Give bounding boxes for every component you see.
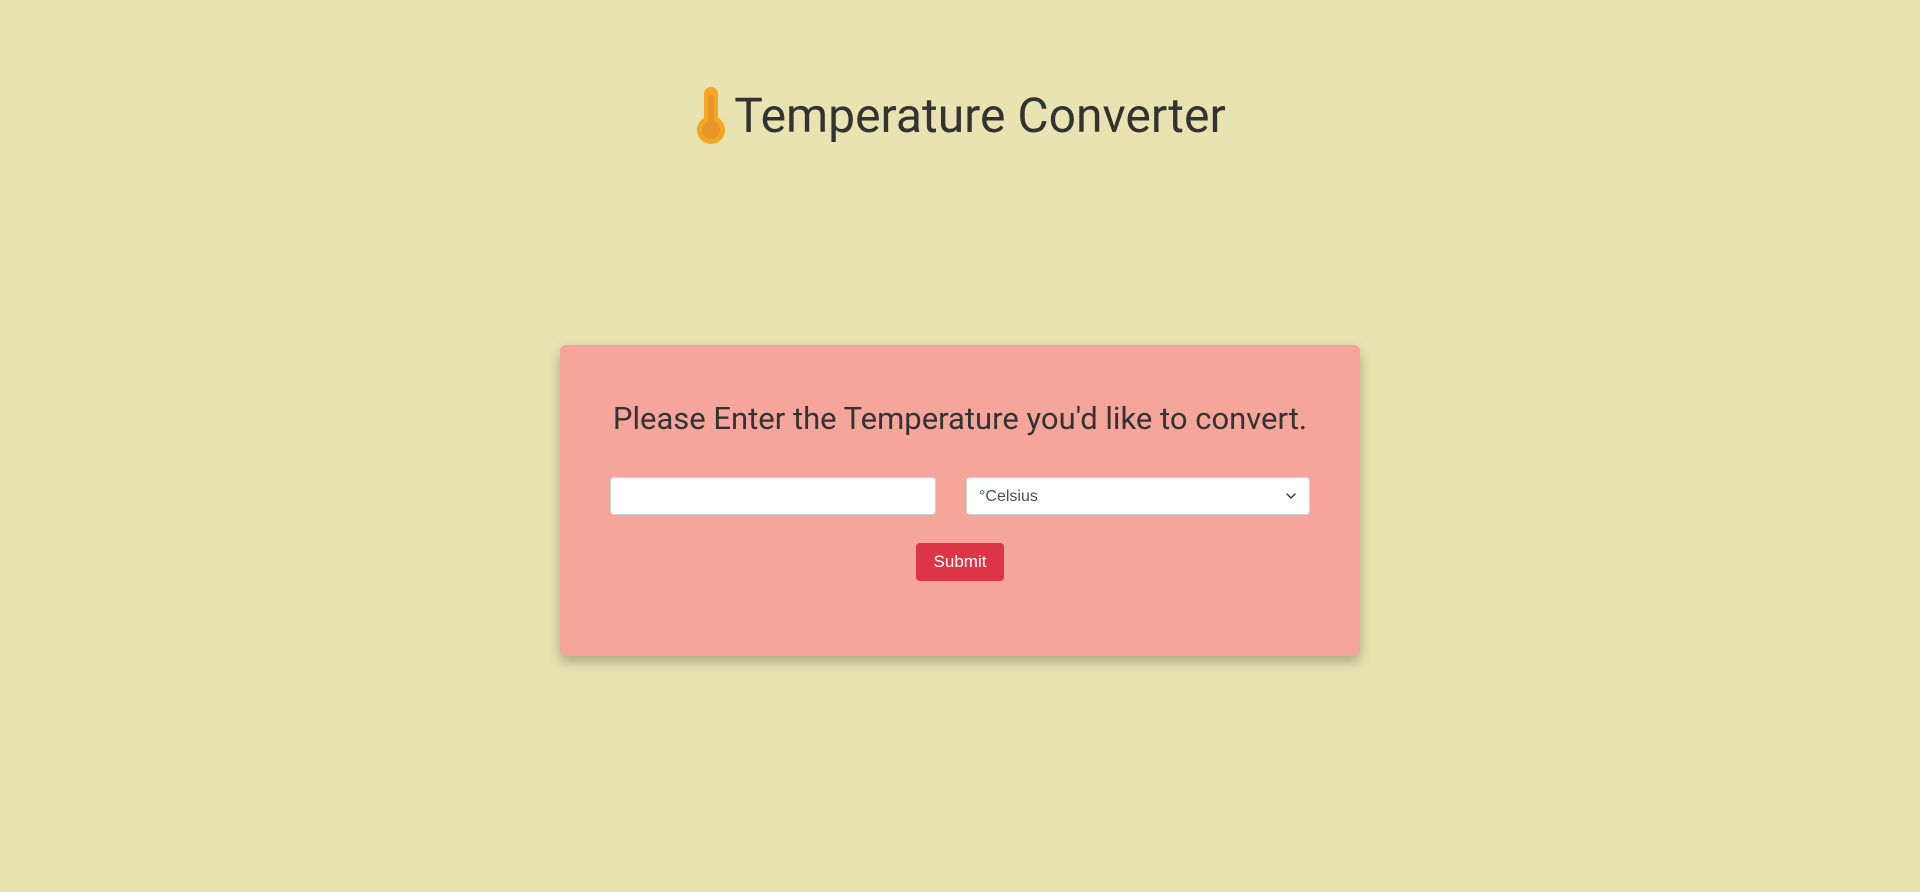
prompt-text: Please Enter the Temperature you'd like … — [610, 400, 1310, 437]
unit-select[interactable]: °Celsius — [966, 477, 1310, 515]
page-title: Temperature Converter — [734, 87, 1225, 144]
thermometer-icon — [694, 85, 728, 145]
submit-button[interactable]: Submit — [916, 543, 1005, 581]
form-row: °Celsius — [610, 477, 1310, 515]
temperature-input[interactable] — [610, 477, 936, 515]
converter-card: Please Enter the Temperature you'd like … — [560, 345, 1360, 656]
page-header: Temperature Converter — [0, 0, 1920, 145]
